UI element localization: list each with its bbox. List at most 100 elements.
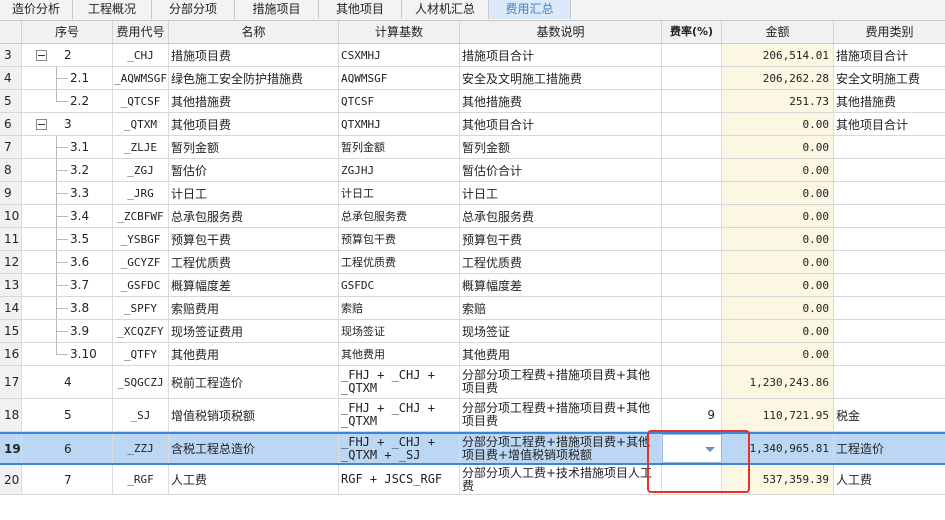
row-index[interactable]: 9 xyxy=(0,182,22,204)
rate-cell[interactable] xyxy=(662,67,722,89)
code-cell[interactable]: _CHJ xyxy=(113,44,169,66)
tab-cost-summary[interactable]: 费用汇总 xyxy=(489,0,571,19)
basis-cell[interactable]: 预算包干费 xyxy=(339,228,460,250)
name-cell[interactable]: 增值税销项税额 xyxy=(169,399,339,431)
name-cell[interactable]: 现场签证费用 xyxy=(169,320,339,342)
code-cell[interactable]: _GSFDC xyxy=(113,274,169,296)
tab-labor-material[interactable]: 人材机汇总 xyxy=(402,0,489,19)
tab-measure-items[interactable]: 措施项目 xyxy=(235,0,319,19)
row-index[interactable]: 20 xyxy=(0,465,22,494)
row-index[interactable]: 18 xyxy=(0,399,22,431)
amount-cell[interactable]: 0.00 xyxy=(722,343,834,365)
basis-cell[interactable]: QTXMHJ xyxy=(339,113,460,135)
tab-sub-items[interactable]: 分部分项 xyxy=(152,0,235,19)
category-cell[interactable]: 安全文明施工费 xyxy=(834,67,945,89)
header-basis[interactable]: 计算基数 xyxy=(339,21,460,43)
amount-cell[interactable]: 0.00 xyxy=(722,159,834,181)
category-cell[interactable] xyxy=(834,320,945,342)
code-cell[interactable]: _YSBGF xyxy=(113,228,169,250)
seq-cell[interactable]: 3.8 xyxy=(22,297,113,319)
seq-cell[interactable]: 3.7 xyxy=(22,274,113,296)
seq-cell[interactable]: 3 xyxy=(22,113,113,135)
name-cell[interactable]: 其他项目费 xyxy=(169,113,339,135)
amount-cell[interactable]: 0.00 xyxy=(722,251,834,273)
seq-cell[interactable]: 6 xyxy=(22,434,113,463)
header-category[interactable]: 费用类别 xyxy=(834,21,945,43)
row-index[interactable]: 4 xyxy=(0,67,22,89)
table-row[interactable]: 4 2.1 _AQWMSGF 绿色施工安全防护措施费 AQWMSGF 安全及文明施工措施费… xyxy=(0,67,945,90)
basis-cell[interactable]: 其他费用 xyxy=(339,343,460,365)
row-index[interactable]: 12 xyxy=(0,251,22,273)
name-cell[interactable]: 暂列金额 xyxy=(169,136,339,158)
rate-cell[interactable] xyxy=(662,297,722,319)
basis-cell[interactable]: GSFDC xyxy=(339,274,460,296)
category-cell[interactable] xyxy=(834,205,945,227)
table-row[interactable]: 12 3.6 _GCYZF 工程优质费 工程优质费 工程优质费 0.00 xyxy=(0,251,945,274)
amount-cell[interactable]: 0.00 xyxy=(722,182,834,204)
desc-cell[interactable]: 分部分项工程费+措施项目费+其他项目费+增值税销项税额 xyxy=(460,434,662,463)
collapse-icon[interactable] xyxy=(36,118,47,130)
seq-cell[interactable]: 3.1 xyxy=(22,136,113,158)
basis-cell[interactable]: _FHJ + _CHJ + _QTXM xyxy=(339,366,460,398)
basis-cell[interactable]: 总承包服务费 xyxy=(339,205,460,227)
basis-cell[interactable]: QTCSF xyxy=(339,90,460,112)
amount-cell[interactable]: 206,514.01 xyxy=(722,44,834,66)
seq-cell[interactable]: 2 xyxy=(22,44,113,66)
table-row[interactable]: 13 3.7 _GSFDC 概算幅度差 GSFDC 概算幅度差 0.00 xyxy=(0,274,945,297)
desc-cell[interactable]: 其他项目合计 xyxy=(460,113,662,135)
row-index[interactable]: 11 xyxy=(0,228,22,250)
tab-project-overview[interactable]: 工程概况 xyxy=(73,0,152,19)
category-cell[interactable]: 税金 xyxy=(834,399,945,431)
seq-cell[interactable]: 5 xyxy=(22,399,113,431)
seq-cell[interactable]: 7 xyxy=(22,465,113,494)
name-cell[interactable]: 总承包服务费 xyxy=(169,205,339,227)
name-cell[interactable]: 概算幅度差 xyxy=(169,274,339,296)
code-cell[interactable]: _ZZJ xyxy=(113,434,169,463)
code-cell[interactable]: _GCYZF xyxy=(113,251,169,273)
basis-cell[interactable]: 现场签证 xyxy=(339,320,460,342)
category-cell[interactable] xyxy=(834,136,945,158)
table-row[interactable]: 14 3.8 _SPFY 索赔费用 索赔 索赔 0.00 xyxy=(0,297,945,320)
name-cell[interactable]: 其他费用 xyxy=(169,343,339,365)
table-row[interactable]: 11 3.5 _YSBGF 预算包干费 预算包干费 预算包干费 0.00 xyxy=(0,228,945,251)
basis-cell[interactable]: _FHJ + _CHJ + _QTXM xyxy=(339,399,460,431)
code-cell[interactable]: _AQWMSGF xyxy=(113,67,169,89)
basis-cell[interactable]: 工程优质费 xyxy=(339,251,460,273)
amount-cell[interactable]: 0.00 xyxy=(722,113,834,135)
row-index[interactable]: 5 xyxy=(0,90,22,112)
amount-cell[interactable]: 0.00 xyxy=(722,274,834,296)
amount-cell[interactable]: 0.00 xyxy=(722,136,834,158)
tab-other-items[interactable]: 其他项目 xyxy=(319,0,402,19)
table-row[interactable]: 3 2 _CHJ 措施项目费 CSXMHJ 措施项目合计 206,514.01 措施项目合计 xyxy=(0,44,945,67)
code-cell[interactable]: _SQGCZJ xyxy=(113,366,169,398)
rate-cell[interactable] xyxy=(662,182,722,204)
row-index[interactable]: 14 xyxy=(0,297,22,319)
row-index[interactable]: 10 xyxy=(0,205,22,227)
category-cell[interactable]: 工程造价 xyxy=(834,434,945,463)
seq-cell[interactable]: 3.9 xyxy=(22,320,113,342)
code-cell[interactable]: _QTXM xyxy=(113,113,169,135)
basis-cell[interactable]: 索赔 xyxy=(339,297,460,319)
desc-cell[interactable]: 分部分项工程费+措施项目费+其他项目费 xyxy=(460,399,662,431)
rate-cell[interactable] xyxy=(662,228,722,250)
code-cell[interactable]: _JRG xyxy=(113,182,169,204)
basis-cell[interactable]: ZGJHJ xyxy=(339,159,460,181)
tab-cost-analysis[interactable]: 造价分析 xyxy=(0,0,73,19)
table-row[interactable]: 18 5 _SJ 增值税销项税额 _FHJ + _CHJ + _QTXM 分部分项工程费+… xyxy=(0,399,945,432)
basis-cell[interactable]: 计日工 xyxy=(339,182,460,204)
header-rate[interactable]: 费率(%) xyxy=(662,21,722,43)
row-index[interactable]: 17 xyxy=(0,366,22,398)
seq-cell[interactable]: 3.10 xyxy=(22,343,113,365)
amount-cell[interactable]: 537,359.39 xyxy=(722,465,834,494)
code-cell[interactable]: _ZLJE xyxy=(113,136,169,158)
category-cell[interactable]: 其他措施费 xyxy=(834,90,945,112)
amount-cell[interactable]: 251.73 xyxy=(722,90,834,112)
rate-cell[interactable] xyxy=(662,465,722,494)
rate-cell[interactable] xyxy=(662,251,722,273)
desc-cell[interactable]: 其他措施费 xyxy=(460,90,662,112)
category-cell[interactable] xyxy=(834,297,945,319)
name-cell[interactable]: 绿色施工安全防护措施费 xyxy=(169,67,339,89)
table-row[interactable]: 20 7 _RGF 人工费 RGF + JSCS_RGF 分部分项人工费+技术措施项目人工… xyxy=(0,465,945,495)
name-cell[interactable]: 索赔费用 xyxy=(169,297,339,319)
rate-cell[interactable] xyxy=(662,366,722,398)
